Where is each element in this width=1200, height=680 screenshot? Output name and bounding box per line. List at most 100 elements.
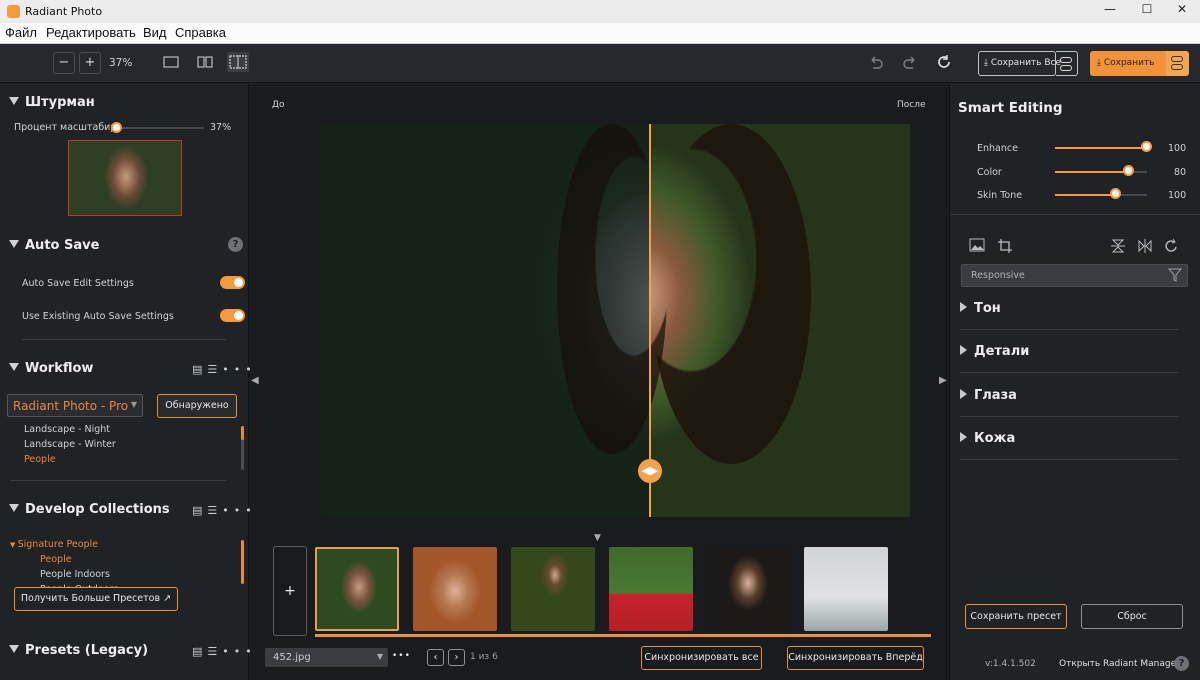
redo-icon[interactable]: [902, 54, 918, 74]
filter-icon[interactable]: [1167, 268, 1183, 285]
zoom-percent-label: Процент масштабир: [14, 122, 117, 133]
filmstrip-thumbnail[interactable]: [804, 547, 888, 631]
save-button[interactable]: ⤓ Сохранить: [1090, 51, 1166, 76]
skin-tone-slider[interactable]: [1055, 194, 1147, 196]
reset-icon[interactable]: [936, 54, 952, 74]
navigator-zoom-slider[interactable]: [116, 127, 204, 129]
sync-all-button[interactable]: Синхронизировать все: [641, 646, 762, 670]
collapse-left-panel-icon[interactable]: ◀: [251, 375, 259, 386]
workflow-scrollbar[interactable]: [241, 426, 244, 470]
help-icon[interactable]: ?: [228, 237, 243, 252]
filmstrip-toggle-icon[interactable]: ▼: [594, 533, 601, 543]
collapse-right-panel-icon[interactable]: ▶: [939, 375, 947, 386]
navigator-zoom-knob[interactable]: [111, 122, 122, 133]
zoom-out-button[interactable]: −: [53, 52, 75, 74]
zoom-in-button[interactable]: +: [79, 52, 101, 74]
open-radiant-manager-link[interactable]: Открыть Radiant Manager: [1059, 659, 1180, 669]
filmstrip-more-icon[interactable]: •••: [392, 651, 411, 661]
workflow-item[interactable]: Landscape - Night: [24, 424, 110, 435]
undo-icon[interactable]: [868, 54, 884, 74]
collection-item[interactable]: People: [40, 554, 72, 565]
filmstrip-scrollbar[interactable]: [315, 634, 931, 637]
filmstrip-thumbnail[interactable]: [511, 547, 595, 631]
reset-button[interactable]: Сброс: [1081, 604, 1183, 629]
color-knob[interactable]: [1122, 165, 1134, 176]
main-photo[interactable]: ◀▶: [321, 124, 910, 517]
save-all-options-button[interactable]: [1056, 51, 1078, 76]
filmstrip-thumbnail[interactable]: [706, 547, 790, 631]
maximize-button[interactable]: ☐: [1129, 2, 1165, 21]
right-panel: Smart Editing Enhance 100 Color 80 Skin …: [949, 84, 1200, 680]
help-icon[interactable]: ?: [1174, 656, 1189, 671]
autosave-existing-toggle[interactable]: [220, 309, 245, 322]
next-image-button[interactable]: ›: [448, 649, 465, 666]
image-icon[interactable]: [969, 238, 985, 256]
rotate-icon[interactable]: [1164, 238, 1180, 258]
skin-tone-label: Skin Tone: [977, 190, 1023, 201]
expand-icon: [960, 389, 967, 399]
collections-view-icons[interactable]: ▤☰•••: [192, 504, 257, 517]
navigator-thumbnail[interactable]: [68, 140, 182, 216]
presets-view-icons[interactable]: ▤☰•••: [192, 645, 257, 658]
left-panel: Штурман Процент масштабир 37% Auto Save …: [0, 84, 252, 680]
save-options-button[interactable]: [1166, 51, 1189, 76]
get-more-presets-button[interactable]: Получить Больше Пресетов ↗: [14, 587, 178, 611]
enhance-knob[interactable]: [1141, 141, 1152, 152]
enhance-slider[interactable]: [1055, 147, 1147, 149]
skin-section[interactable]: Кожа: [960, 431, 1015, 446]
smart-editing-title: Smart Editing: [958, 100, 1063, 116]
collections-scrollbar[interactable]: [241, 540, 244, 584]
eyes-section[interactable]: Глаза: [960, 388, 1017, 403]
collapse-icon: [9, 240, 19, 248]
save-all-button[interactable]: ⤓ Сохранить Все: [978, 51, 1061, 76]
chevron-left-icon: ‹: [433, 652, 438, 663]
develop-collections-header[interactable]: Develop Collections: [9, 502, 170, 517]
workflow-view-icons[interactable]: ▤☰•••: [192, 363, 257, 376]
single-view-icon[interactable]: [163, 55, 179, 73]
flip-vertical-icon[interactable]: [1110, 238, 1126, 258]
collection-group[interactable]: ▼ Signature People: [10, 539, 98, 550]
close-button[interactable]: ✕: [1164, 2, 1200, 21]
minimize-button[interactable]: —: [1092, 2, 1128, 21]
crop-icon[interactable]: [997, 238, 1013, 258]
side-by-side-view-icon[interactable]: [197, 55, 213, 73]
autosave-existing-label: Use Existing Auto Save Settings: [22, 311, 174, 322]
workflow-dropdown[interactable]: Radiant Photo - Pro ▼: [7, 394, 143, 417]
preset-filter-field[interactable]: Responsive: [961, 264, 1188, 287]
divider: [950, 214, 1200, 215]
filmstrip-thumbnail[interactable]: [609, 547, 693, 631]
chevron-down-icon: ▼: [376, 652, 383, 661]
divider: [960, 329, 1179, 330]
autosave-edit-label: Auto Save Edit Settings: [22, 278, 134, 289]
filmstrip-thumbnail-selected[interactable]: [315, 547, 399, 631]
workflow-header[interactable]: Workflow: [9, 361, 93, 376]
split-handle-icon[interactable]: ◀▶: [638, 459, 662, 483]
autosave-edit-toggle[interactable]: [220, 276, 245, 289]
workflow-item-selected[interactable]: People: [24, 454, 56, 465]
filmstrip-thumbnail[interactable]: [413, 547, 497, 631]
autosave-header[interactable]: Auto Save: [9, 238, 99, 253]
detected-button[interactable]: Обнаружено: [157, 394, 237, 418]
split-view-icon[interactable]: [227, 52, 249, 72]
sync-forward-button[interactable]: Синхронизировать Вперёд: [787, 646, 924, 670]
navigator-header[interactable]: Штурман: [9, 95, 95, 110]
save-preset-button[interactable]: Сохранить пресет: [965, 604, 1067, 629]
prev-image-button[interactable]: ‹: [427, 649, 444, 666]
menu-file[interactable]: Файл: [5, 25, 37, 40]
collection-item[interactable]: People Indoors: [40, 569, 110, 580]
flip-horizontal-icon[interactable]: [1137, 238, 1153, 258]
collapse-icon: [9, 97, 19, 105]
workflow-item[interactable]: Landscape - Winter: [24, 439, 116, 450]
scrollbar-thumb[interactable]: [241, 426, 244, 440]
skin-tone-knob[interactable]: [1109, 188, 1121, 199]
menu-edit[interactable]: Редактировать: [46, 25, 136, 40]
download-icon: ⤓: [984, 58, 991, 68]
details-section[interactable]: Детали: [960, 344, 1029, 359]
presets-legacy-header[interactable]: Presets (Legacy): [9, 643, 148, 658]
add-image-button[interactable]: +: [273, 546, 307, 636]
file-name-dropdown[interactable]: 452.jpg ▼: [265, 648, 388, 667]
expand-icon: [960, 302, 967, 312]
menu-view[interactable]: Вид: [143, 25, 167, 40]
tone-section[interactable]: Тон: [960, 301, 1001, 316]
menu-help[interactable]: Справка: [175, 25, 226, 40]
